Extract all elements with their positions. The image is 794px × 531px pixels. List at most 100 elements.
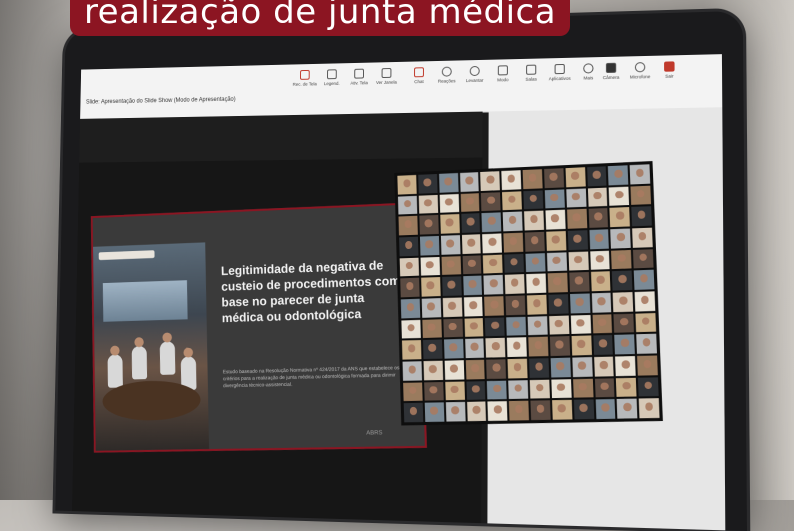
participant-video-tile[interactable]	[614, 313, 634, 333]
participant-video-tile[interactable]	[608, 165, 628, 185]
participant-video-tile[interactable]	[570, 293, 590, 313]
participant-video-tile[interactable]	[573, 378, 593, 398]
participant-video-tile[interactable]	[404, 403, 423, 422]
participant-video-tile[interactable]	[572, 357, 592, 377]
camera-button[interactable]: Câmera	[600, 63, 623, 81]
microphone-button[interactable]: Microfone	[629, 62, 652, 80]
participant-video-tile[interactable]	[526, 274, 546, 294]
share-screen-button[interactable]: Ativ. Tela	[348, 69, 370, 86]
participant-video-tile[interactable]	[595, 399, 615, 419]
participant-video-tile[interactable]	[528, 316, 548, 336]
reactions-button[interactable]: Reações	[436, 66, 458, 83]
participant-video-tile[interactable]	[461, 213, 481, 232]
participant-video-tile[interactable]	[587, 187, 607, 207]
participant-video-tile[interactable]	[464, 318, 484, 337]
window-button[interactable]: Ver Janela	[376, 68, 398, 85]
participant-video-tile[interactable]	[635, 291, 656, 311]
participant-video-tile[interactable]	[402, 340, 421, 359]
participant-video-tile[interactable]	[440, 214, 459, 233]
participant-video-tile[interactable]	[568, 251, 588, 271]
participant-video-tile[interactable]	[422, 319, 441, 338]
participant-video-tile[interactable]	[465, 339, 485, 358]
participant-video-tile[interactable]	[504, 254, 524, 274]
participant-video-tile[interactable]	[425, 403, 445, 422]
participant-video-tile[interactable]	[443, 318, 463, 337]
participant-video-tile[interactable]	[551, 379, 571, 399]
participant-video-tile[interactable]	[634, 270, 655, 290]
participant-video-tile[interactable]	[503, 212, 523, 232]
participant-video-tile[interactable]	[423, 361, 442, 380]
participant-video-tile[interactable]	[615, 335, 635, 355]
participant-video-tile[interactable]	[442, 297, 462, 316]
participant-video-tile[interactable]	[403, 382, 422, 401]
participant-video-tile[interactable]	[566, 188, 586, 208]
participant-video-tile[interactable]	[439, 173, 458, 192]
participant-video-tile[interactable]	[401, 320, 420, 339]
participant-video-tile[interactable]	[460, 193, 480, 213]
participant-video-tile[interactable]	[530, 401, 550, 421]
participant-video-tile[interactable]	[509, 401, 529, 421]
view-mode-button[interactable]: Modo	[492, 65, 514, 82]
participant-video-tile[interactable]	[546, 231, 566, 251]
participant-video-tile[interactable]	[611, 250, 631, 270]
participant-video-tile[interactable]	[397, 175, 416, 194]
participant-video-tile[interactable]	[591, 293, 611, 313]
participant-video-tile[interactable]	[419, 195, 438, 214]
participant-video-tile[interactable]	[529, 358, 549, 378]
participant-video-tile[interactable]	[588, 208, 608, 228]
participant-video-tile[interactable]	[524, 211, 544, 231]
participant-video-tile[interactable]	[631, 185, 651, 205]
participant-video-tile[interactable]	[567, 209, 587, 229]
participant-video-tile[interactable]	[547, 252, 567, 272]
participant-video-tile[interactable]	[484, 275, 504, 295]
participant-video-tile[interactable]	[630, 164, 650, 184]
participant-video-tile[interactable]	[506, 316, 526, 336]
participant-video-tile[interactable]	[502, 191, 522, 211]
participant-video-tile[interactable]	[508, 380, 528, 400]
more-button[interactable]: Mais	[577, 63, 600, 81]
participant-video-tile[interactable]	[552, 400, 572, 420]
participant-video-tile[interactable]	[530, 379, 550, 399]
participant-video-tile[interactable]	[636, 313, 657, 333]
participant-video-tile[interactable]	[592, 314, 612, 334]
participant-video-tile[interactable]	[594, 378, 614, 398]
participant-video-tile[interactable]	[483, 254, 503, 274]
participant-video-tile[interactable]	[589, 229, 609, 249]
captions-button[interactable]: Legend.	[321, 69, 342, 86]
participant-video-tile[interactable]	[525, 232, 545, 252]
participant-video-tile[interactable]	[439, 194, 458, 213]
participant-video-tile[interactable]	[613, 292, 633, 312]
participant-video-tile[interactable]	[593, 335, 613, 355]
participant-video-tile[interactable]	[484, 296, 504, 316]
participant-video-tile[interactable]	[617, 399, 638, 419]
participant-video-tile[interactable]	[399, 237, 418, 256]
participant-video-tile[interactable]	[528, 337, 548, 357]
participant-video-tile[interactable]	[570, 315, 590, 335]
participant-video-tile[interactable]	[462, 255, 482, 274]
participant-video-tile[interactable]	[480, 171, 500, 191]
participant-video-tile[interactable]	[609, 186, 629, 206]
participant-video-tile[interactable]	[545, 189, 565, 209]
participant-video-tile[interactable]	[423, 340, 442, 359]
leave-button[interactable]: Sair	[658, 61, 681, 79]
participant-video-tile[interactable]	[637, 355, 658, 375]
participant-video-tile[interactable]	[465, 360, 485, 379]
participant-video-tile[interactable]	[467, 402, 487, 421]
participant-video-tile[interactable]	[421, 277, 440, 296]
participant-video-tile[interactable]	[611, 228, 631, 248]
participant-video-tile[interactable]	[422, 298, 441, 317]
participant-video-tile[interactable]	[616, 377, 637, 397]
participant-video-tile[interactable]	[501, 170, 521, 190]
participant-video-tile[interactable]	[631, 206, 651, 226]
participant-video-tile[interactable]	[463, 297, 483, 316]
participant-video-tile[interactable]	[460, 172, 479, 191]
participant-video-tile[interactable]	[590, 250, 610, 270]
participant-video-tile[interactable]	[544, 168, 564, 188]
participant-video-tile[interactable]	[504, 233, 524, 253]
chat-button[interactable]: Chat	[408, 67, 430, 84]
participant-video-tile[interactable]	[545, 210, 565, 230]
participant-video-tile[interactable]	[466, 381, 486, 400]
participant-video-tile[interactable]	[403, 361, 422, 380]
rooms-button[interactable]: Salas	[520, 64, 542, 81]
participant-video-tile[interactable]	[482, 213, 502, 233]
